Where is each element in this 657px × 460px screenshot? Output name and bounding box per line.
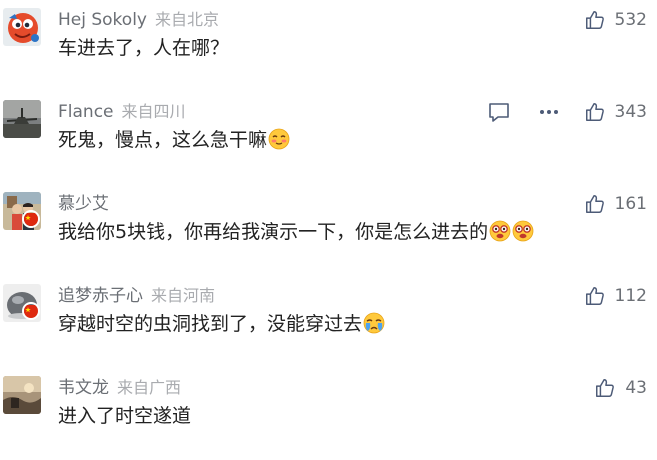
comment-body: 我给你5块钱，你再给我演示一下，你是怎么进去的 (58, 221, 489, 243)
monocle-emoji (512, 220, 534, 242)
username[interactable]: Flance (58, 102, 114, 122)
user-avatar[interactable] (3, 376, 41, 414)
like-count: 343 (614, 102, 647, 122)
username[interactable]: 韦文龙 (58, 378, 109, 398)
location-label: 来自广西 (117, 378, 182, 397)
comment-text: 死鬼，慢点，这么急干嘛 (58, 128, 290, 152)
location-label: 来自北京 (154, 10, 219, 29)
username[interactable]: Hej Sokoly (58, 10, 147, 30)
crying-emoji (363, 312, 385, 334)
comment-body: 车进去了，人在哪？ (58, 37, 230, 59)
comment-actions (487, 100, 559, 124)
comment-text: 我给你5块钱，你再给我演示一下，你是怎么进去的 (58, 220, 534, 244)
comment-item: 韦文龙 来自广西 进入了时空遂道 43 (0, 368, 657, 460)
like-count: 532 (614, 10, 647, 30)
username[interactable]: 追梦赤子心 (58, 286, 143, 306)
comment-body: 穿越时空的虫洞找到了，没能穿过去 (58, 313, 363, 335)
blushing-emoji (268, 128, 290, 150)
comment-item: Flance 来自四川 死鬼，慢点，这么急干嘛 343 (0, 92, 657, 184)
more-icon[interactable] (539, 109, 559, 115)
like-button[interactable]: 343 (584, 99, 647, 125)
comment-body: 进入了时空遂道 (58, 405, 192, 427)
comment-item: 慕少艾 我给你5块钱，你再给我演示一下，你是怎么进去的 161 (0, 184, 657, 276)
like-button[interactable]: 161 (584, 191, 647, 217)
like-button[interactable]: 43 (594, 375, 647, 401)
thumbs-up-icon[interactable] (584, 101, 606, 123)
like-count: 43 (625, 378, 647, 398)
comment-text: 进入了时空遂道 (58, 404, 191, 428)
like-count: 161 (614, 194, 647, 214)
china-flag-icon (22, 302, 40, 320)
comment-item: 追梦赤子心 来自河南 穿越时空的虫洞找到了，没能穿过去 112 (0, 276, 657, 368)
thumbs-up-icon[interactable] (594, 377, 616, 399)
like-button[interactable]: 532 (584, 7, 647, 33)
china-flag-icon (22, 210, 40, 228)
comment-text: 穿越时空的虫洞找到了，没能穿过去 (58, 312, 385, 336)
thumbs-up-icon[interactable] (584, 9, 606, 31)
location-label: 来自河南 (151, 286, 216, 305)
comment-item: Hej Sokoly 来自北京 车进去了，人在哪？ 532 (0, 0, 657, 92)
comment-body: 死鬼，慢点，这么急干嘛 (58, 129, 268, 151)
user-avatar[interactable] (3, 100, 41, 138)
reply-icon[interactable] (487, 101, 511, 123)
location-label: 来自四川 (121, 102, 186, 121)
comment-text: 车进去了，人在哪？ (58, 36, 229, 60)
user-avatar[interactable] (3, 8, 41, 46)
username[interactable]: 慕少艾 (58, 194, 109, 214)
like-count: 112 (614, 286, 647, 306)
thumbs-up-icon[interactable] (584, 285, 606, 307)
thumbs-up-icon[interactable] (584, 193, 606, 215)
monocle-emoji (489, 220, 511, 242)
like-button[interactable]: 112 (584, 283, 647, 309)
